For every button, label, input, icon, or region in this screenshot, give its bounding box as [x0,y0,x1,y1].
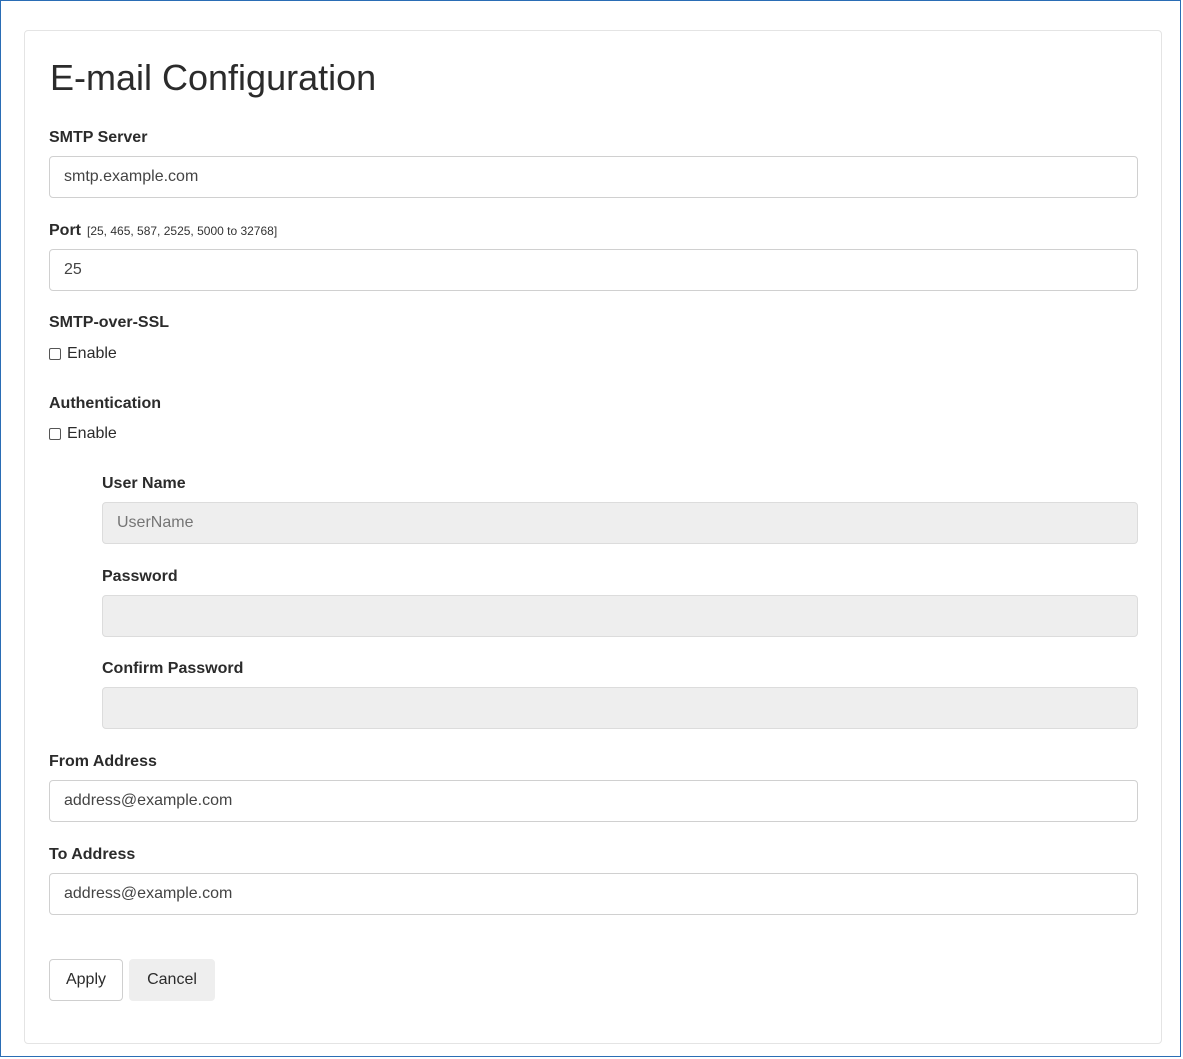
confirm-password-label: Confirm Password [102,660,244,677]
smtp-over-ssl-enable-label: Enable [67,345,117,362]
smtp-server-input[interactable] [49,156,1138,198]
from-address-label: From Address [49,753,157,770]
authentication-enable-label: Enable [67,425,117,442]
port-label-row: Port [25, 465, 587, 2525, 5000 to 32768] [49,221,277,241]
authentication-label: Authentication [49,395,161,412]
smtp-over-ssl-enable-row[interactable]: Enable [49,344,117,364]
smtp-over-ssl-enable-checkbox[interactable] [49,348,61,360]
apply-button[interactable]: Apply [49,959,123,1001]
to-address-input[interactable] [49,873,1138,915]
authentication-enable-row[interactable]: Enable [49,424,117,444]
password-label: Password [102,568,178,585]
user-name-input[interactable] [102,502,1138,544]
smtp-server-label: SMTP Server [49,129,148,146]
page-title: E-mail Configuration [50,57,377,98]
password-input[interactable] [102,595,1138,637]
authentication-enable-checkbox[interactable] [49,428,61,440]
port-range-hint: [25, 465, 587, 2525, 5000 to 32768] [87,224,278,238]
confirm-password-input[interactable] [102,687,1138,729]
smtp-over-ssl-label: SMTP-over-SSL [49,314,170,331]
to-address-label: To Address [49,846,136,863]
port-label: Port [49,222,81,239]
cancel-button[interactable]: Cancel [129,959,215,1001]
user-name-label: User Name [102,475,186,492]
port-input[interactable] [49,249,1138,291]
from-address-input[interactable] [49,780,1138,822]
